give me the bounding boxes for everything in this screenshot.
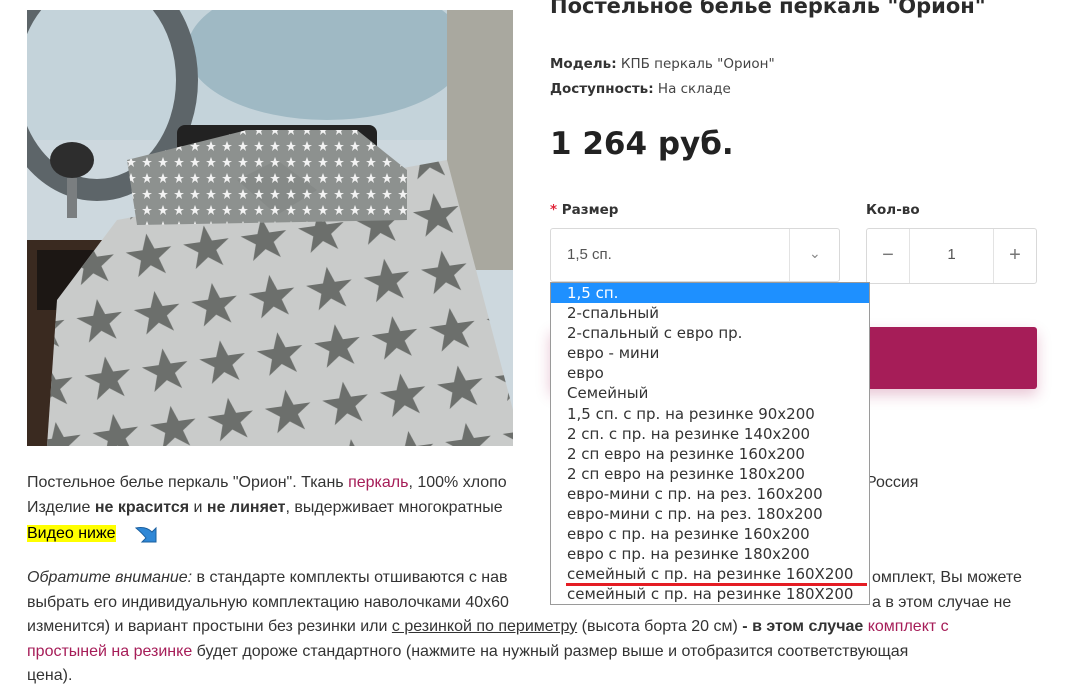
size-option[interactable]: евро-мини с пр. на рез. 160х200	[551, 484, 869, 504]
percale-link[interactable]: перкаль	[348, 474, 408, 491]
size-option[interactable]: 2 сп евро на резинке 180х200	[551, 464, 869, 484]
description-country: Россия	[866, 474, 919, 491]
size-option[interactable]: Семейный	[551, 383, 869, 403]
size-option[interactable]: евро-мини с пр. на рез. 180х200	[551, 504, 869, 524]
notice-label: Обратите внимание:	[27, 569, 193, 586]
chevron-down-icon[interactable]: ⌄	[809, 245, 821, 262]
elastic-link[interactable]: с резинкой по периметру	[392, 618, 577, 635]
availability-value: На складе	[657, 81, 731, 97]
qty-label: Кол-во	[866, 202, 920, 218]
notice-text: изменится) и вариант простыни без резинк…	[27, 618, 392, 635]
product-price: 1 264 руб.	[550, 126, 734, 162]
qty-input[interactable]: 1	[910, 246, 993, 263]
size-option[interactable]: 2-спальный с евро пр.	[551, 323, 869, 343]
notice-text: цена).	[27, 667, 73, 684]
desc-text: Изделие	[27, 499, 95, 516]
size-option[interactable]: 1,5 сп. с пр. на резинке 90х200	[551, 404, 869, 424]
desc-text: , 100% хлопо	[408, 474, 507, 491]
bedding-photo	[27, 10, 513, 446]
size-label: * Размер	[550, 202, 618, 218]
size-option[interactable]: евро - мини	[551, 343, 869, 363]
video-note[interactable]: Видео ниже	[27, 524, 116, 544]
size-option[interactable]: евро	[551, 363, 869, 383]
elastic-set-link-2[interactable]: простыней на резинке	[27, 643, 192, 660]
availability-label: Доступность:	[550, 81, 654, 97]
model-row: Модель: КПБ перкаль "Орион"	[550, 56, 775, 72]
arrow-down-icon	[134, 526, 157, 543]
desc-text: и	[189, 499, 207, 516]
annotation-underline	[566, 583, 867, 586]
size-option[interactable]: 2-спальный	[551, 303, 869, 323]
desc-text: Постельное белье перкаль "Орион". Ткань	[27, 474, 349, 491]
size-option[interactable]: 2 сп. с пр. на резинке 140х200	[551, 424, 869, 444]
size-option[interactable]: семейный с пр. на резинке 180Х200	[551, 584, 869, 604]
description-line-1: Постельное белье перкаль "Орион". Ткань …	[27, 473, 507, 493]
elastic-set-link[interactable]: комплект с	[868, 618, 949, 635]
size-label-text: Размер	[561, 202, 619, 218]
video-label[interactable]: Видео ниже	[27, 525, 116, 542]
notice-paragraph: Обратите внимание: в стандарте комплекты…	[27, 566, 1037, 689]
availability-row: Доступность: На складе	[550, 81, 731, 97]
notice-text: (высота борта 20 см)	[577, 618, 738, 635]
notice-bold: - в этом случае	[737, 618, 868, 635]
product-image[interactable]	[27, 10, 513, 446]
product-title: Постельное белье перкаль "Орион"	[550, 0, 986, 18]
size-option[interactable]: 2 сп евро на резинке 160х200	[551, 444, 869, 464]
desc-bold: не линяет	[206, 499, 286, 516]
size-selected-value: 1,5 сп.	[567, 246, 612, 263]
description-line-2: Изделие не красится и не линяет, выдержи…	[27, 498, 503, 518]
desc-bold: не красится	[94, 499, 190, 516]
notice-text: в стандарте комплекты отшиваются с нав	[192, 569, 508, 586]
model-value: КПБ перкаль "Орион"	[620, 56, 775, 72]
size-dropdown-list[interactable]: 1,5 сп. 2-спальный 2-спальный с евро пр. ев…	[550, 282, 870, 605]
qty-increase-button[interactable]: +	[993, 229, 1036, 283]
desc-text: , выдерживает многократные	[285, 499, 503, 516]
size-option[interactable]: евро с пр. на резинке 180х200	[551, 544, 869, 564]
quantity-stepper[interactable]: − 1 +	[866, 228, 1037, 284]
size-option[interactable]: семейный с пр. на резинке 160Х200	[551, 564, 869, 584]
notice-text: выбрать его индивидуальную комплектацию …	[27, 593, 509, 611]
notice-text: а в этом случае не	[872, 593, 1012, 611]
select-divider	[789, 229, 790, 281]
qty-decrease-button[interactable]: −	[867, 229, 910, 283]
size-select[interactable]: 1,5 сп. ⌄	[550, 228, 840, 282]
notice-text: омплект, Вы можете	[872, 569, 1022, 586]
size-option[interactable]: евро с пр. на резинке 160х200	[551, 524, 869, 544]
required-mark: *	[550, 202, 558, 218]
notice-text: будет дороже стандартного (нажмите на ну…	[192, 642, 909, 660]
model-label: Модель:	[550, 56, 617, 72]
size-option[interactable]: 1,5 сп.	[551, 283, 869, 304]
